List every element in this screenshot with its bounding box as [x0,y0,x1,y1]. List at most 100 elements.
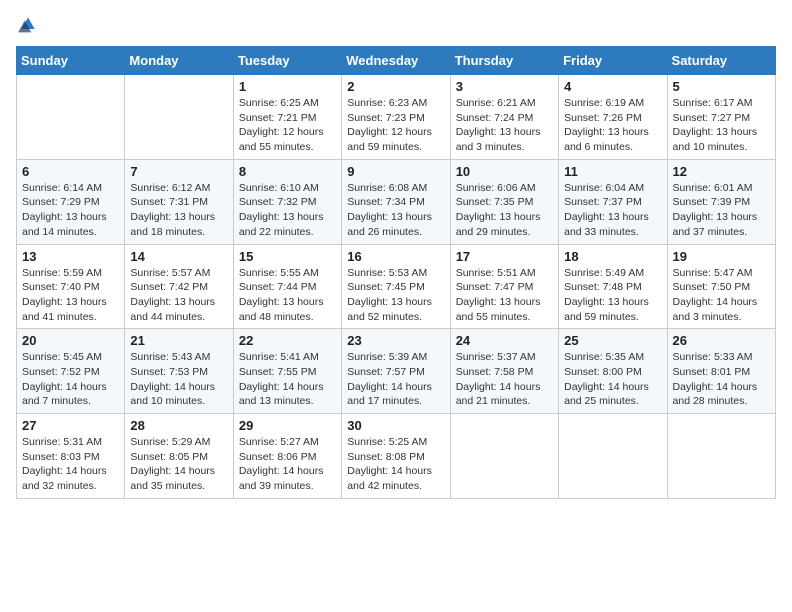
day-info: Sunrise: 5:49 AMSunset: 7:48 PMDaylight:… [564,266,661,325]
calendar-cell: 22Sunrise: 5:41 AMSunset: 7:55 PMDayligh… [233,329,341,414]
calendar-header-row: SundayMondayTuesdayWednesdayThursdayFrid… [17,47,776,75]
day-info: Sunrise: 5:33 AMSunset: 8:01 PMDaylight:… [673,350,770,409]
day-number: 13 [22,249,119,264]
page-container: SundayMondayTuesdayWednesdayThursdayFrid… [0,0,792,515]
calendar-cell: 30 Sunrise: 5:25 AMSunset: 8:08 PMDayligh… [342,414,450,499]
calendar-table: SundayMondayTuesdayWednesdayThursdayFrid… [16,46,776,499]
day-info: Sunrise: 6:17 AMSunset: 7:27 PMDaylight:… [673,96,770,155]
day-info: Sunrise: 5:29 AMSunset: 8:05 PMDaylight:… [130,435,227,494]
day-number: 24 [456,333,553,348]
day-info: Sunrise: 6:10 AMSunset: 7:32 PMDaylight:… [239,181,336,240]
day-number: 28 [130,418,227,433]
calendar-week-row: 6 Sunrise: 6:14 AMSunset: 7:29 PMDaylight… [17,159,776,244]
calendar-week-row: 1 Sunrise: 6:25 AMSunset: 7:21 PMDaylight… [17,75,776,160]
day-number: 15 [239,249,336,264]
calendar-cell: 16 Sunrise: 5:53 AMSunset: 7:45 PMDayligh… [342,244,450,329]
day-info: Sunrise: 5:57 AMSunset: 7:42 PMDaylight:… [130,266,227,325]
day-info: Sunrise: 5:47 AMSunset: 7:50 PMDaylight:… [673,266,770,325]
day-number: 16 [347,249,444,264]
day-number: 27 [22,418,119,433]
day-number: 4 [564,79,661,94]
day-number: 8 [239,164,336,179]
day-info: Sunrise: 5:37 AMSunset: 7:58 PMDaylight:… [456,350,553,409]
calendar-cell: 13 Sunrise: 5:59 AMSunset: 7:40 PMDayligh… [17,244,125,329]
calendar-cell: 18 Sunrise: 5:49 AMSunset: 7:48 PMDayligh… [559,244,667,329]
day-info: Sunrise: 5:41 AMSunset: 7:55 PMDaylight:… [239,350,336,409]
calendar-week-row: 20Sunrise: 5:45 AMSunset: 7:52 PMDayligh… [17,329,776,414]
day-number: 3 [456,79,553,94]
day-info: Sunrise: 6:08 AMSunset: 7:34 PMDaylight:… [347,181,444,240]
day-info: Sunrise: 6:04 AMSunset: 7:37 PMDaylight:… [564,181,661,240]
calendar-cell [17,75,125,160]
calendar-cell: 6 Sunrise: 6:14 AMSunset: 7:29 PMDaylight… [17,159,125,244]
day-info: Sunrise: 6:01 AMSunset: 7:39 PMDaylight:… [673,181,770,240]
day-number: 12 [673,164,770,179]
day-number: 21 [130,333,227,348]
day-number: 18 [564,249,661,264]
calendar-cell: 1 Sunrise: 6:25 AMSunset: 7:21 PMDaylight… [233,75,341,160]
day-number: 6 [22,164,119,179]
calendar-cell: 10 Sunrise: 6:06 AMSunset: 7:35 PMDayligh… [450,159,558,244]
calendar-cell [125,75,233,160]
logo-icon [18,14,38,34]
calendar-cell: 15Sunrise: 5:55 AMSunset: 7:44 PMDayligh… [233,244,341,329]
day-info: Sunrise: 5:35 AMSunset: 8:00 PMDaylight:… [564,350,661,409]
day-number: 1 [239,79,336,94]
day-number: 29 [239,418,336,433]
calendar-cell [559,414,667,499]
day-info: Sunrise: 5:51 AMSunset: 7:47 PMDaylight:… [456,266,553,325]
calendar-cell: 21 Sunrise: 5:43 AMSunset: 7:53 PMDayligh… [125,329,233,414]
day-number: 11 [564,164,661,179]
day-info: Sunrise: 6:21 AMSunset: 7:24 PMDaylight:… [456,96,553,155]
day-info: Sunrise: 5:39 AMSunset: 7:57 PMDaylight:… [347,350,444,409]
weekday-header-friday: Friday [559,47,667,75]
day-number: 30 [347,418,444,433]
day-number: 5 [673,79,770,94]
header [16,16,776,34]
day-info: Sunrise: 5:31 AMSunset: 8:03 PMDaylight:… [22,435,119,494]
calendar-cell: 7Sunrise: 6:12 AMSunset: 7:31 PMDaylight… [125,159,233,244]
day-info: Sunrise: 5:43 AMSunset: 7:53 PMDaylight:… [130,350,227,409]
day-info: Sunrise: 5:25 AMSunset: 8:08 PMDaylight:… [347,435,444,494]
calendar-cell [667,414,775,499]
calendar-cell: 24 Sunrise: 5:37 AMSunset: 7:58 PMDayligh… [450,329,558,414]
calendar-cell: 11 Sunrise: 6:04 AMSunset: 7:37 PMDayligh… [559,159,667,244]
calendar-cell: 12 Sunrise: 6:01 AMSunset: 7:39 PMDayligh… [667,159,775,244]
calendar-cell: 23 Sunrise: 5:39 AMSunset: 7:57 PMDayligh… [342,329,450,414]
day-number: 19 [673,249,770,264]
calendar-cell: 20Sunrise: 5:45 AMSunset: 7:52 PMDayligh… [17,329,125,414]
logo [16,16,38,34]
weekday-header-tuesday: Tuesday [233,47,341,75]
calendar-cell: 9 Sunrise: 6:08 AMSunset: 7:34 PMDaylight… [342,159,450,244]
calendar-cell: 28 Sunrise: 5:29 AMSunset: 8:05 PMDayligh… [125,414,233,499]
weekday-header-saturday: Saturday [667,47,775,75]
day-info: Sunrise: 5:53 AMSunset: 7:45 PMDaylight:… [347,266,444,325]
calendar-cell [450,414,558,499]
weekday-header-wednesday: Wednesday [342,47,450,75]
day-info: Sunrise: 6:14 AMSunset: 7:29 PMDaylight:… [22,181,119,240]
day-number: 2 [347,79,444,94]
day-number: 10 [456,164,553,179]
day-number: 14 [130,249,227,264]
calendar-cell: 26 Sunrise: 5:33 AMSunset: 8:01 PMDayligh… [667,329,775,414]
calendar-cell: 19 Sunrise: 5:47 AMSunset: 7:50 PMDayligh… [667,244,775,329]
weekday-header-sunday: Sunday [17,47,125,75]
day-number: 17 [456,249,553,264]
day-number: 9 [347,164,444,179]
day-number: 23 [347,333,444,348]
day-info: Sunrise: 5:45 AMSunset: 7:52 PMDaylight:… [22,350,119,409]
day-info: Sunrise: 6:12 AMSunset: 7:31 PMDaylight:… [130,181,227,240]
day-info: Sunrise: 6:19 AMSunset: 7:26 PMDaylight:… [564,96,661,155]
day-info: Sunrise: 6:25 AMSunset: 7:21 PMDaylight:… [239,96,336,155]
day-info: Sunrise: 5:59 AMSunset: 7:40 PMDaylight:… [22,266,119,325]
weekday-header-thursday: Thursday [450,47,558,75]
calendar-cell: 8 Sunrise: 6:10 AMSunset: 7:32 PMDaylight… [233,159,341,244]
calendar-week-row: 13 Sunrise: 5:59 AMSunset: 7:40 PMDayligh… [17,244,776,329]
calendar-cell: 2Sunrise: 6:23 AMSunset: 7:23 PMDaylight… [342,75,450,160]
day-info: Sunrise: 6:06 AMSunset: 7:35 PMDaylight:… [456,181,553,240]
calendar-cell: 25 Sunrise: 5:35 AMSunset: 8:00 PMDayligh… [559,329,667,414]
calendar-cell: 27 Sunrise: 5:31 AMSunset: 8:03 PMDayligh… [17,414,125,499]
day-number: 25 [564,333,661,348]
calendar-week-row: 27 Sunrise: 5:31 AMSunset: 8:03 PMDayligh… [17,414,776,499]
day-number: 26 [673,333,770,348]
